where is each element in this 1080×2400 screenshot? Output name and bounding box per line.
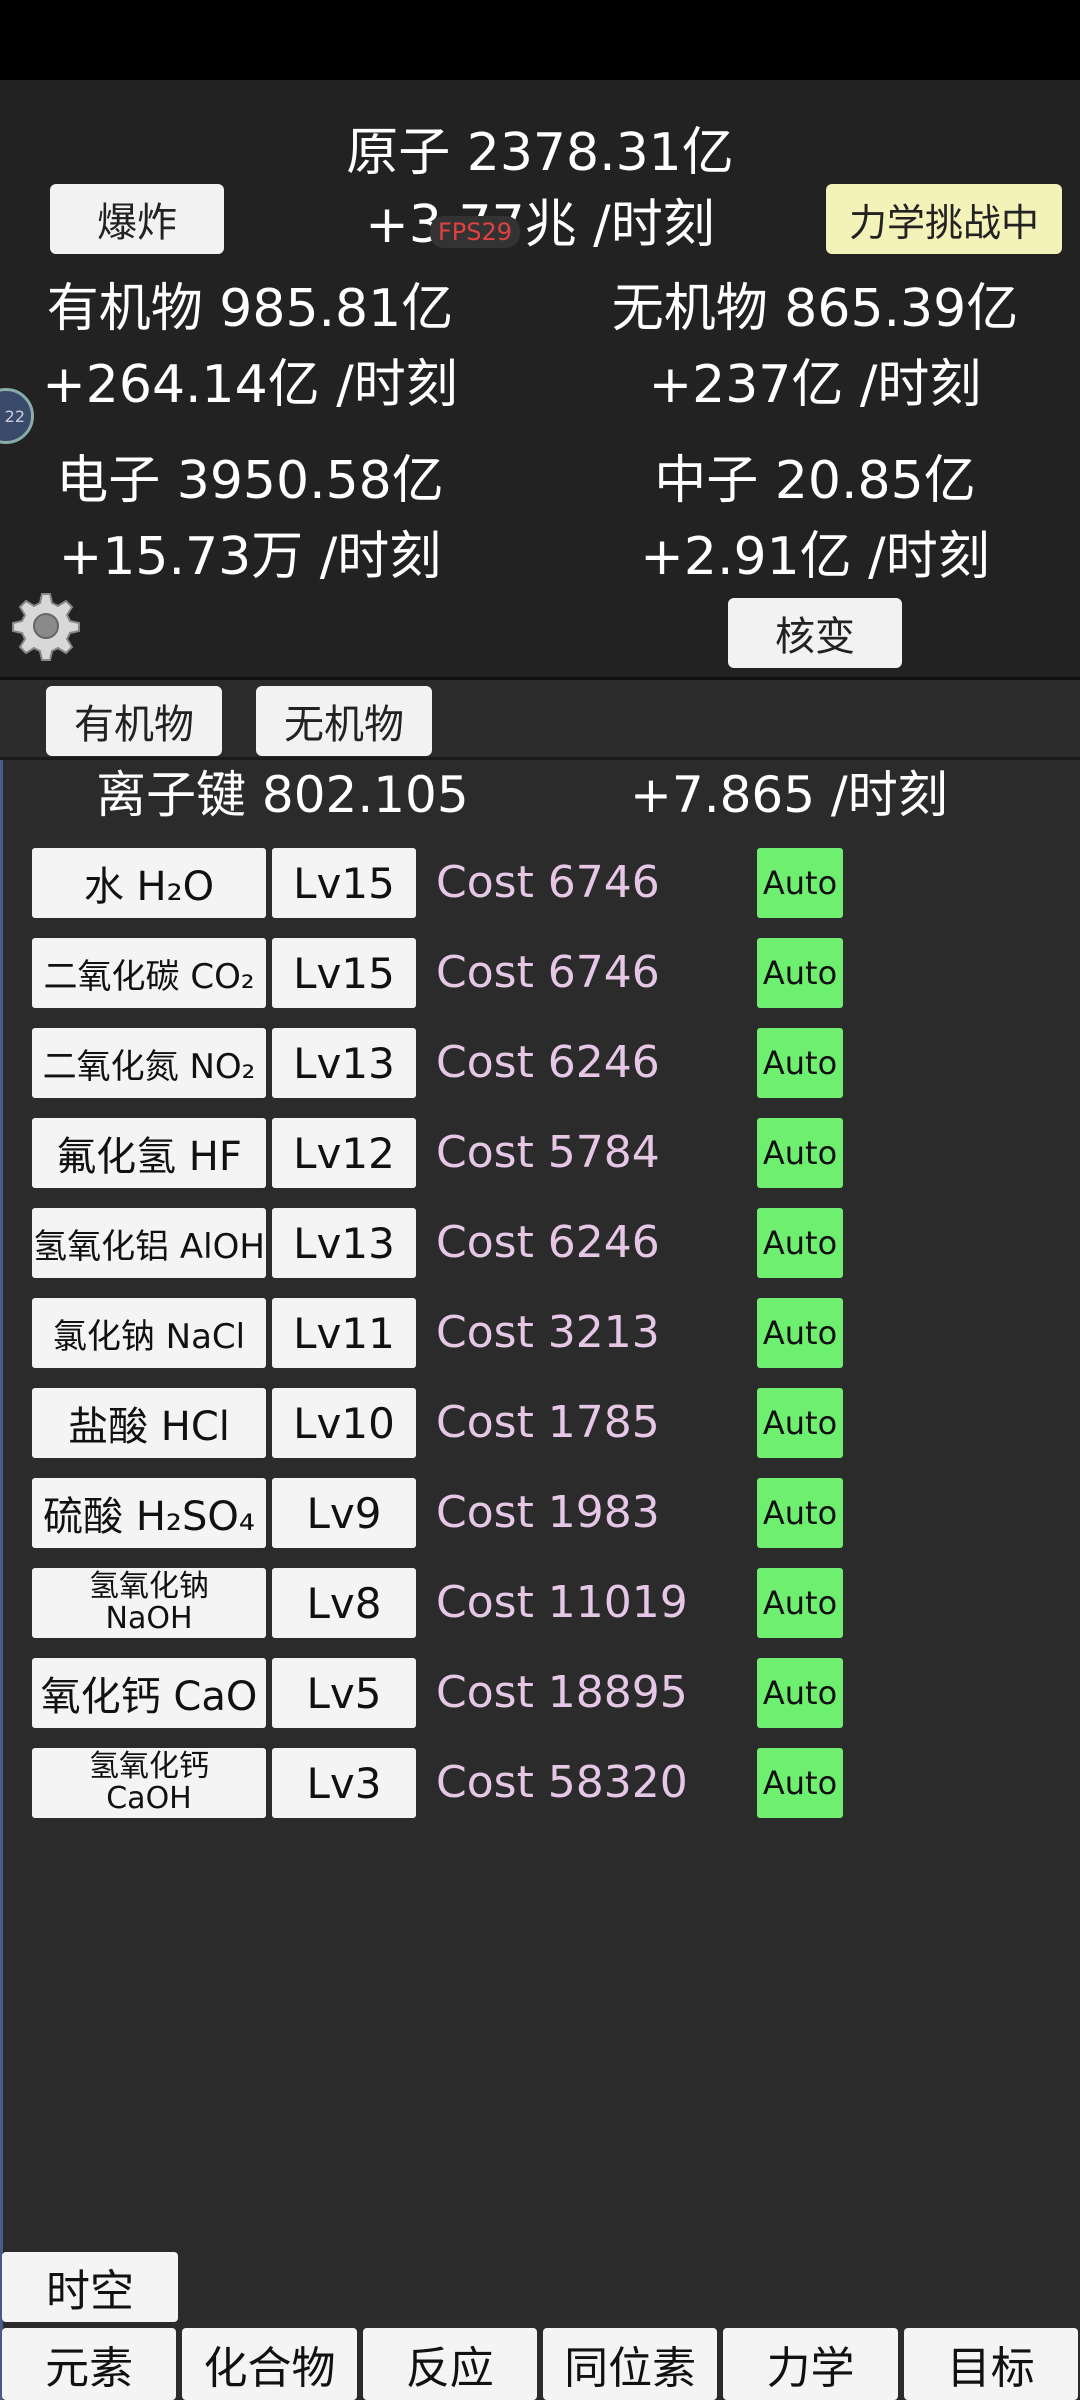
auto-button[interactable]: Auto [757,1568,843,1638]
cost-label: Cost 3213 [436,1307,660,1358]
level-button[interactable]: Lv12 [272,1118,416,1188]
neutron-count: 中子 20.85亿 [654,451,976,511]
list-item: 二氧化氮 NO₂ Lv13 Cost 6246 Auto [32,1028,852,1098]
compound-name-line: 氢氧化钠 [89,1569,209,1604]
challenge-button[interactable]: 力学挑战中 [826,184,1062,254]
tab-reactions[interactable]: 反应 [362,2328,537,2400]
compound-formula-line: NaOH [105,1601,193,1636]
bottom-tab-bar: 元素 化合物 反应 同位素 力学 目标 [0,2328,1080,2400]
compound-name-line: 氢氧化钙 [89,1749,209,1784]
level-button[interactable]: Lv9 [272,1478,416,1548]
compound-name-button[interactable]: 二氧化氮 NO₂ [32,1028,266,1098]
ionic-bond-rate: +7.865 /时刻 [630,766,948,824]
inorganic-rate: +237亿 /时刻 [648,355,982,415]
tab-mechanics[interactable]: 力学 [723,2328,898,2400]
category-organic-tab[interactable]: 有机物 [46,686,222,756]
auto-button[interactable]: Auto [757,1208,843,1278]
explode-button[interactable]: 爆炸 [50,184,224,254]
auto-button[interactable]: Auto [757,1748,843,1818]
tab-goals[interactable]: 目标 [903,2328,1078,2400]
atom-rate: +3.77兆 /时刻 [365,195,715,255]
compound-name-button[interactable]: 二氧化碳 CO₂ [32,938,266,1008]
status-bar [0,0,1080,80]
list-item: 氯化钠 NaCl Lv11 Cost 3213 Auto [32,1298,852,1368]
cost-label: Cost 6246 [436,1037,660,1088]
compound-name-button[interactable]: 氢氧化钙 CaOH [32,1748,266,1818]
level-button[interactable]: Lv15 [272,848,416,918]
gear-icon[interactable] [10,590,82,662]
auto-button[interactable]: Auto [757,1028,843,1098]
list-item: 盐酸 HCl Lv10 Cost 1785 Auto [32,1388,852,1458]
compound-name-button[interactable]: 水 H₂O [32,848,266,918]
compound-name-button[interactable]: 硫酸 H₂SO₄ [32,1478,266,1548]
organic-rate: +264.14亿 /时刻 [42,355,458,415]
list-item: 二氧化碳 CO₂ Lv15 Cost 6746 Auto [32,938,852,1008]
list-item: 氢氧化钠 NaOH Lv8 Cost 11019 Auto [32,1568,852,1638]
tab-isotopes[interactable]: 同位素 [542,2328,718,2400]
cost-label: Cost 11019 [436,1577,688,1628]
auto-button[interactable]: Auto [757,1298,843,1368]
compound-name-button[interactable]: 氧化钙 CaO [32,1658,266,1728]
list-item: 水 H₂O Lv15 Cost 6746 Auto [32,848,852,918]
electron-count: 电子 3950.58亿 [56,451,444,511]
inorganic-count: 无机物 865.39亿 [611,279,1019,339]
level-button[interactable]: Lv5 [272,1658,416,1728]
electron-rate: +15.73万 /时刻 [58,527,442,587]
spacetime-button[interactable]: 时空 [2,2252,178,2322]
compound-name-button[interactable]: 氟化氢 HF [32,1118,266,1188]
tab-elements[interactable]: 元素 [2,2328,177,2400]
fps-counter: FPS29 [430,216,521,248]
cost-label: Cost 1983 [436,1487,660,1538]
level-button[interactable]: Lv13 [272,1208,416,1278]
cost-label: Cost 18895 [436,1667,688,1718]
level-button[interactable]: Lv15 [272,938,416,1008]
list-item: 氧化钙 CaO Lv5 Cost 18895 Auto [32,1658,852,1728]
compound-name-button[interactable]: 盐酸 HCl [32,1388,266,1458]
level-button[interactable]: Lv3 [272,1748,416,1818]
atom-count: 原子 2378.31亿 [346,123,734,183]
auto-button[interactable]: Auto [757,848,843,918]
category-inorganic-tab[interactable]: 无机物 [256,686,432,756]
auto-button[interactable]: Auto [757,1478,843,1548]
cost-label: Cost 6746 [436,947,660,998]
cost-label: Cost 5784 [436,1127,660,1178]
compound-name-button[interactable]: 氢氧化钠 NaOH [32,1568,266,1638]
fission-button[interactable]: 核变 [728,598,902,668]
compound-name-button[interactable]: 氢氧化铝 AlOH [32,1208,266,1278]
ionic-bond-count: 离子键 802.105 [96,766,469,824]
auto-button[interactable]: Auto [757,938,843,1008]
neutron-rate: +2.91亿 /时刻 [640,527,990,587]
list-item: 氢氧化铝 AlOH Lv13 Cost 6246 Auto [32,1208,852,1278]
level-button[interactable]: Lv13 [272,1028,416,1098]
auto-button[interactable]: Auto [757,1118,843,1188]
auto-button[interactable]: Auto [757,1388,843,1458]
compound-name-button[interactable]: 氯化钠 NaCl [32,1298,266,1368]
resource-header: 原子 2378.31亿 +3.77兆 /时刻 爆炸 力学挑战中 有机物 985.… [0,80,1080,680]
tab-compounds[interactable]: 化合物 [182,2328,357,2400]
category-bar: 有机物 无机物 [0,680,1080,760]
level-button[interactable]: Lv11 [272,1298,416,1368]
cost-label: Cost 58320 [436,1757,688,1808]
compound-formula-line: CaOH [106,1781,192,1816]
organic-count: 有机物 985.81亿 [46,279,454,339]
list-item: 氟化氢 HF Lv12 Cost 5784 Auto [32,1118,852,1188]
cost-label: Cost 1785 [436,1397,660,1448]
cost-label: Cost 6246 [436,1217,660,1268]
cost-label: Cost 6746 [436,857,660,908]
level-button[interactable]: Lv10 [272,1388,416,1458]
level-button[interactable]: Lv8 [272,1568,416,1638]
list-item: 氢氧化钙 CaOH Lv3 Cost 58320 Auto [32,1748,852,1818]
auto-button[interactable]: Auto [757,1658,843,1728]
list-item: 硫酸 H₂SO₄ Lv9 Cost 1983 Auto [32,1478,852,1548]
